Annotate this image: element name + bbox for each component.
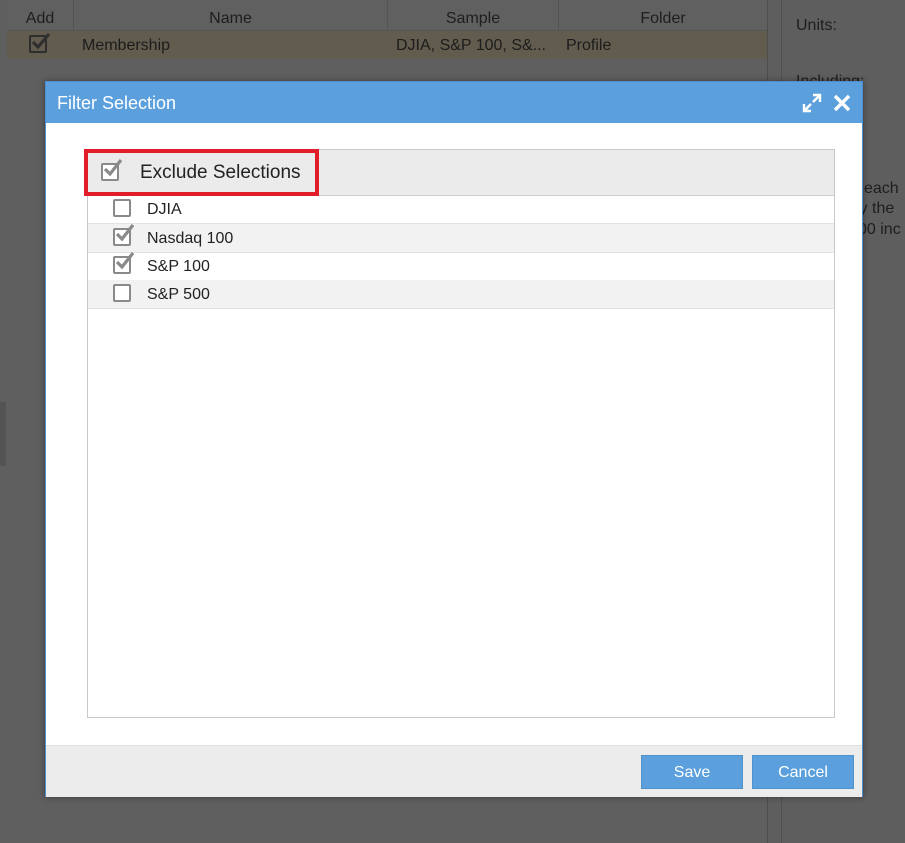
column-header-folder: Folder (640, 10, 686, 27)
filter-list: Exclude Selections DJIA Nasdaq 100 S&P 1… (84, 149, 835, 718)
units-label: Units: (796, 17, 837, 34)
checkmark-icon (115, 252, 134, 270)
sp-100-checkbox[interactable] (113, 252, 134, 274)
row-sample: DJIA, S&P 100, S&... (396, 37, 546, 54)
dialog-header: Filter Selection (46, 82, 862, 123)
filter-selection-dialog: Filter Selection Exclude Selections DJIA… (45, 81, 863, 797)
djia-checkbox[interactable] (113, 199, 131, 217)
checkmark-icon (31, 33, 51, 50)
close-icon[interactable] (832, 93, 852, 113)
list-item-label: Nasdaq 100 (147, 230, 234, 247)
row-folder: Profile (566, 37, 612, 54)
list-item-djia[interactable]: DJIA (88, 195, 834, 224)
collapse-handle[interactable] (0, 402, 6, 466)
list-header: Exclude Selections (84, 149, 834, 196)
list-item-label: DJIA (147, 201, 182, 218)
exclude-selections-checkbox[interactable] (101, 159, 122, 181)
nasdaq-100-checkbox[interactable] (113, 224, 134, 246)
exclude-selections-toggle[interactable]: Exclude Selections (84, 149, 319, 196)
column-header-name: Name (74, 0, 388, 30)
text-fragment: 00 inc (858, 221, 901, 238)
add-checkbox[interactable] (29, 33, 51, 53)
checkmark-icon (115, 224, 134, 242)
dialog-title: Filter Selection (57, 93, 177, 113)
expand-icon[interactable] (802, 93, 822, 113)
text-fragment: each (864, 180, 899, 197)
table-header: Add Name Sample Folder (7, 0, 767, 31)
list-item-sp-500[interactable]: S&P 500 (88, 280, 834, 309)
list-item-label: S&P 500 (147, 286, 210, 303)
row-name: Membership (82, 37, 171, 54)
list-item-label: S&P 100 (147, 258, 210, 275)
list-item-nasdaq-100[interactable]: Nasdaq 100 (88, 224, 834, 253)
list-item-sp-100[interactable]: S&P 100 (88, 252, 834, 281)
table-row[interactable]: Membership DJIA, S&P 100, S&... Profile (7, 31, 767, 59)
column-header-add: Add (7, 0, 74, 30)
sp-500-checkbox[interactable] (113, 284, 131, 302)
dialog-footer: Save Cancel (46, 745, 862, 797)
checkmark-icon (103, 159, 122, 177)
column-header-sample: Sample (388, 0, 559, 30)
save-button[interactable]: Save (641, 755, 743, 789)
exclude-selections-label: Exclude Selections (140, 162, 301, 183)
cancel-button[interactable]: Cancel (752, 755, 854, 789)
